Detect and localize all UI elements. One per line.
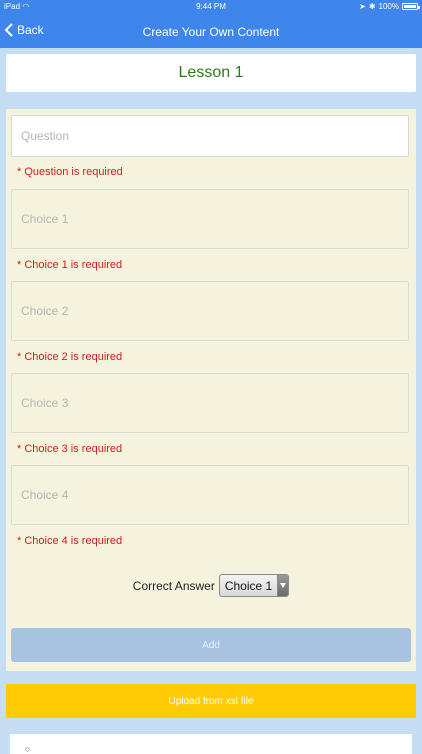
status-bar: iPad ◠ 9:44 PM ➤ ✱ 100% [0,0,422,14]
question-input[interactable]: Question [11,115,409,157]
question-error: * Question is required [17,166,123,178]
battery-percent: 100% [378,2,399,11]
choice-4-error: * Choice 4 is required [17,535,123,547]
choice-2-input[interactable]: Choice 2 [11,281,409,341]
bottom-card: ○ [10,734,412,754]
choice-1-error: * Choice 1 is required [17,259,123,271]
battery-fill [404,5,416,8]
question-form: Question * Question is required Choice 1… [6,109,416,671]
correct-answer-select[interactable]: Choice 1 [218,574,290,597]
chevron-down-icon [277,575,289,596]
page-title: Create Your Own Content [142,25,280,39]
choice-3-input[interactable]: Choice 3 [11,373,409,433]
battery-icon [402,3,420,10]
correct-answer-value: Choice 1 [224,578,273,593]
document-icon: ○ [25,744,31,754]
correct-answer-label: Correct Answer [132,578,215,593]
choice-2-error: * Choice 2 is required [17,351,123,363]
choice-4-input[interactable]: Choice 4 [11,465,409,525]
location-icon: ➤ [359,2,366,11]
lesson-header: Lesson 1 [6,54,416,92]
choice-1-input[interactable]: Choice 1 [11,189,409,249]
add-button[interactable]: Add [11,628,411,662]
bluetooth-icon: ✱ [368,2,376,11]
correct-answer-row: Correct Answer Choice 1 [6,574,416,597]
upload-xsl-button[interactable]: Upload from xsl file [6,684,416,718]
choice-3-error: * Choice 3 is required [17,443,123,455]
lesson-title: Lesson 1 [178,64,244,81]
status-right: ➤ ✱ 100% [359,2,420,11]
nav-bar: Back Create Your Own Content [0,14,422,48]
